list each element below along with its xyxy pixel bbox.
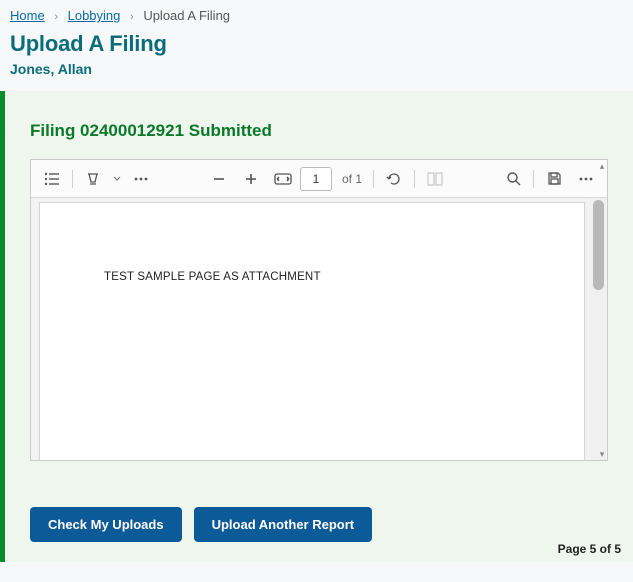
- chevron-down-icon[interactable]: [110, 176, 124, 182]
- breadcrumb-separator: ›: [48, 11, 64, 23]
- outline-icon[interactable]: [37, 165, 67, 193]
- pdf-body: TEST SAMPLE PAGE AS ATTACHMENT: [31, 198, 607, 460]
- page-of-label: of 1: [334, 172, 368, 186]
- action-buttons: Check My Uploads Upload Another Report: [30, 507, 608, 542]
- search-icon[interactable]: [498, 165, 528, 193]
- upload-another-report-button[interactable]: Upload Another Report: [194, 507, 373, 542]
- more-horizontal-icon[interactable]: [126, 165, 156, 193]
- toolbar-separator: [414, 170, 415, 188]
- page-number-input[interactable]: [300, 167, 332, 191]
- pdf-viewer: of 1: [30, 159, 608, 461]
- scroll-up-icon[interactable]: ▴: [597, 160, 607, 172]
- page-view-icon[interactable]: [420, 165, 450, 193]
- breadcrumb-current: Upload A Filing: [143, 8, 230, 23]
- scroll-down-icon[interactable]: ▾: [597, 448, 607, 460]
- frame-scrollbar[interactable]: ▴ ▾: [597, 160, 607, 460]
- save-icon[interactable]: [539, 165, 569, 193]
- page-title: Upload A Filing: [10, 31, 623, 57]
- breadcrumb-lobbying-link[interactable]: Lobbying: [68, 8, 121, 23]
- toolbar-separator: [72, 170, 73, 188]
- fit-width-icon[interactable]: [268, 165, 298, 193]
- page-header: Upload A Filing Jones, Allan: [0, 29, 633, 91]
- toolbar-separator: [373, 170, 374, 188]
- page-count-label: Page 5 of 5: [558, 542, 621, 556]
- pdf-page: TEST SAMPLE PAGE AS ATTACHMENT: [39, 202, 585, 460]
- breadcrumb-separator: ›: [124, 11, 140, 23]
- highlight-icon[interactable]: [78, 165, 108, 193]
- rotate-icon[interactable]: [379, 165, 409, 193]
- submitted-panel: Filing 02400012921 Submitted: [0, 91, 633, 562]
- page-subtitle: Jones, Allan: [10, 61, 623, 77]
- pdf-document-text: TEST SAMPLE PAGE AS ATTACHMENT: [104, 271, 321, 283]
- breadcrumb-home-link[interactable]: Home: [10, 8, 45, 23]
- pdf-toolbar: of 1: [31, 160, 607, 198]
- check-my-uploads-button[interactable]: Check My Uploads: [30, 507, 182, 542]
- breadcrumb: Home › Lobbying › Upload A Filing: [0, 0, 633, 29]
- panel-title: Filing 02400012921 Submitted: [30, 121, 608, 141]
- toolbar-separator: [533, 170, 534, 188]
- zoom-in-icon[interactable]: [236, 165, 266, 193]
- zoom-out-icon[interactable]: [204, 165, 234, 193]
